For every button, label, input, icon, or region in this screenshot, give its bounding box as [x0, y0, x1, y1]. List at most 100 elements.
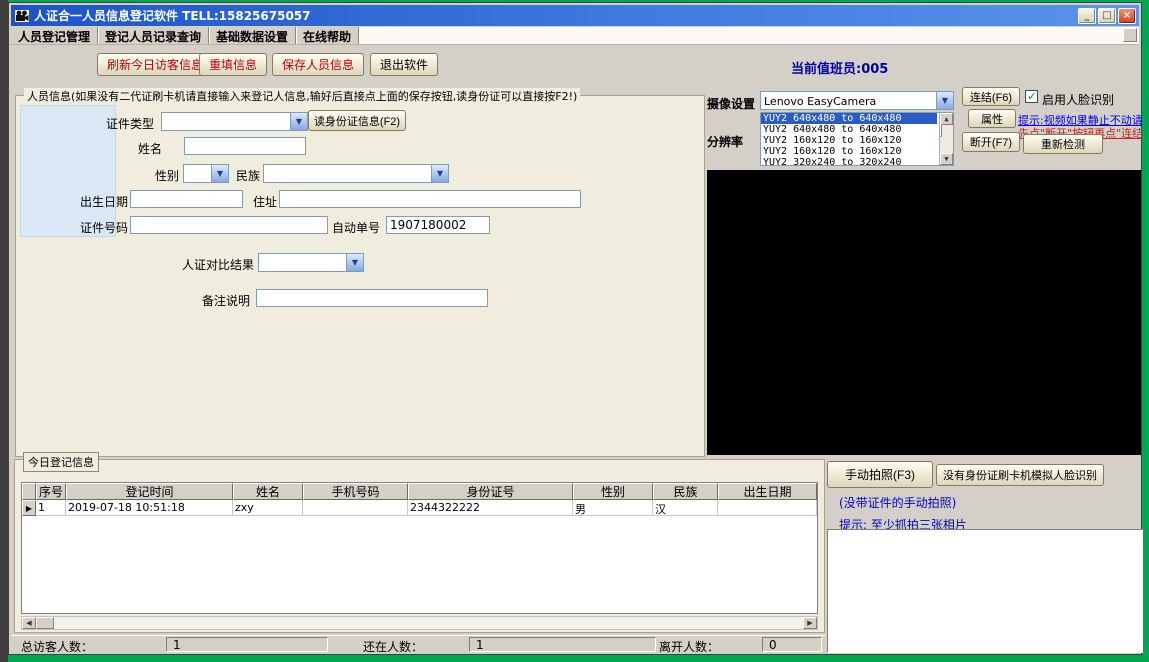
menu-corner-block: [1123, 28, 1137, 42]
minimize-button[interactable]: _: [1078, 8, 1096, 24]
scrollbar-track[interactable]: [54, 617, 803, 629]
table-horizontal-scrollbar[interactable]: ◀ ▶: [21, 616, 818, 630]
resolution-option-selected[interactable]: YUY2 640x480 to 640x480: [761, 113, 937, 124]
camera-device-select[interactable]: Lenovo EasyCamera: [760, 91, 954, 110]
scroll-right-icon[interactable]: ▶: [803, 617, 817, 629]
column-header-idnumber[interactable]: 身份证号: [408, 483, 573, 500]
column-header-ethnic[interactable]: 民族: [653, 483, 718, 500]
redetect-button[interactable]: 重新检测: [1023, 134, 1103, 154]
cert-type-label: 证件类型: [106, 115, 154, 132]
remark-label: 备注说明: [202, 292, 250, 309]
total-visitors-value: 1: [166, 637, 328, 652]
title-bar[interactable]: 人证合一人员信息登记软件 TELL:15825675057 _ □ ×: [11, 5, 1139, 26]
resolution-option[interactable]: YUY2 160x120 to 160x120: [761, 146, 937, 157]
column-header-seq[interactable]: 序号: [36, 483, 66, 500]
captured-photo-panel: [827, 529, 1143, 653]
cell-phone: [303, 500, 408, 516]
chevron-down-icon[interactable]: [211, 165, 228, 182]
cell-name: zxy: [233, 500, 303, 516]
scrollbar-thumb[interactable]: [940, 124, 942, 137]
column-header-birthdate[interactable]: 出生日期: [718, 483, 817, 500]
total-visitors-label: 总访客人数：: [21, 638, 93, 655]
cert-type-select[interactable]: [161, 112, 308, 131]
person-info-group-title: 人员信息(如果没有二代证刷卡机请直接输入来登记人信息,输好后直接点上面的保存按钮…: [24, 88, 580, 104]
video-camera-app-icon: [14, 9, 30, 23]
cell-ethnic: 汉: [653, 500, 718, 516]
tab-online-help[interactable]: 在线帮助: [296, 27, 359, 44]
manual-capture-note: (没带证件的手动拍照): [839, 494, 956, 511]
tab-base-data-settings[interactable]: 基础数据设置: [209, 27, 296, 44]
table-header-row: 序号 登记时间 姓名 手机号码 身份证号 性别 民族 出生日期: [22, 483, 817, 500]
birth-date-input[interactable]: [130, 190, 243, 208]
remark-input[interactable]: [256, 289, 488, 307]
read-id-card-button[interactable]: 读身份证信息(F2): [308, 110, 406, 131]
maximize-button[interactable]: □: [1098, 8, 1116, 24]
tab-person-registration[interactable]: 人员登记管理: [11, 27, 98, 44]
connect-button[interactable]: 连结(F6): [962, 87, 1020, 106]
ethnic-label: 民族: [236, 167, 260, 184]
resolution-option[interactable]: YUY2 320x240 to 320x240: [761, 157, 937, 166]
cell-seq: 1: [36, 500, 66, 516]
chevron-down-icon[interactable]: [346, 254, 363, 271]
compare-result-select[interactable]: [258, 253, 364, 272]
gender-select[interactable]: [183, 164, 229, 183]
resolution-option[interactable]: YUY2 640x480 to 640x480: [761, 124, 937, 135]
resolution-listbox[interactable]: YUY2 640x480 to 640x480 YUY2 640x480 to …: [760, 112, 954, 166]
left-visitors-value: 0: [762, 637, 822, 652]
scroll-left-icon[interactable]: ◀: [22, 617, 36, 629]
name-input[interactable]: [184, 137, 306, 155]
disconnect-button[interactable]: 断开(F7): [962, 132, 1020, 152]
cell-time: 2019-07-18 10:51:18: [66, 500, 233, 516]
row-selector-header: [22, 483, 36, 500]
person-info-group: 人员信息(如果没有二代证刷卡机请直接输入来登记人信息,输好后直接点上面的保存按钮…: [15, 95, 705, 457]
chevron-down-icon[interactable]: [290, 113, 307, 130]
photo-placeholder-panel: [20, 105, 116, 237]
compare-result-label: 人证对比结果: [182, 256, 254, 273]
column-header-time[interactable]: 登记时间: [66, 483, 233, 500]
column-header-gender[interactable]: 性别: [573, 483, 653, 500]
resolution-scrollbar[interactable]: ▲ ▼: [939, 113, 953, 165]
ethnic-select[interactable]: [263, 164, 449, 183]
simulate-face-recognition-button[interactable]: 没有身份证刷卡机模拟人脸识别: [936, 464, 1104, 486]
column-header-phone[interactable]: 手机号码: [303, 483, 408, 500]
tab-record-query[interactable]: 登记人员记录查询: [98, 27, 209, 44]
registration-table: 序号 登记时间 姓名 手机号码 身份证号 性别 民族 出生日期 ▶ 1 2019…: [21, 482, 818, 614]
birth-date-label: 出生日期: [80, 193, 128, 210]
camera-device-value: Lenovo EasyCamera: [764, 95, 876, 108]
face-recognition-label: 启用人脸识别: [1042, 91, 1114, 108]
camera-settings-label: 摄像设置: [707, 95, 755, 112]
cell-gender: 男: [573, 500, 653, 516]
manual-capture-button[interactable]: 手动拍照(F3): [827, 461, 933, 488]
address-label: 住址: [253, 193, 277, 210]
cert-number-input[interactable]: [130, 216, 328, 234]
menu-items: 人员登记管理 登记人员记录查询 基础数据设置 在线帮助: [11, 27, 359, 44]
save-person-info-button[interactable]: 保存人员信息: [272, 53, 364, 76]
cell-birthdate: [718, 500, 817, 516]
auto-number-input[interactable]: [386, 216, 490, 234]
scroll-down-icon[interactable]: ▼: [940, 153, 953, 165]
name-label: 姓名: [138, 140, 162, 157]
properties-button[interactable]: 属性: [968, 109, 1016, 128]
resolution-option[interactable]: YUY2 160x120 to 160x120: [761, 135, 937, 146]
app-window: 人证合一人员信息登记软件 TELL:15825675057 _ □ × 人员登记…: [8, 2, 1142, 655]
exit-software-button[interactable]: 退出软件: [370, 53, 438, 76]
row-selector-icon: ▶: [22, 500, 36, 516]
refill-info-button[interactable]: 重填信息: [199, 53, 267, 76]
address-input[interactable]: [279, 190, 581, 208]
chevron-down-icon[interactable]: [431, 165, 448, 182]
close-button[interactable]: ×: [1118, 8, 1136, 24]
refresh-today-visitors-button[interactable]: 刷新今日访客信息: [97, 53, 213, 76]
face-recognition-checkbox[interactable]: [1025, 90, 1038, 103]
remaining-visitors-value: 1: [469, 637, 656, 652]
menu-bar: 人员登记管理 登记人员记录查询 基础数据设置 在线帮助: [11, 27, 1139, 45]
left-visitors-label: 离开人数：: [659, 638, 719, 655]
table-row[interactable]: ▶ 1 2019-07-18 10:51:18 zxy 2344322222 男…: [22, 500, 817, 516]
status-bar: 总访客人数： 1 还在人数： 1 离开人数： 0: [11, 635, 825, 653]
background-window-edge: [0, 0, 8, 662]
cert-number-label: 证件号码: [80, 219, 128, 236]
scrollbar-thumb[interactable]: [36, 617, 54, 629]
column-header-name[interactable]: 姓名: [233, 483, 303, 500]
auto-number-label: 自动单号: [332, 219, 380, 236]
chevron-down-icon[interactable]: [936, 92, 953, 109]
resolution-label: 分辨率: [707, 133, 743, 150]
